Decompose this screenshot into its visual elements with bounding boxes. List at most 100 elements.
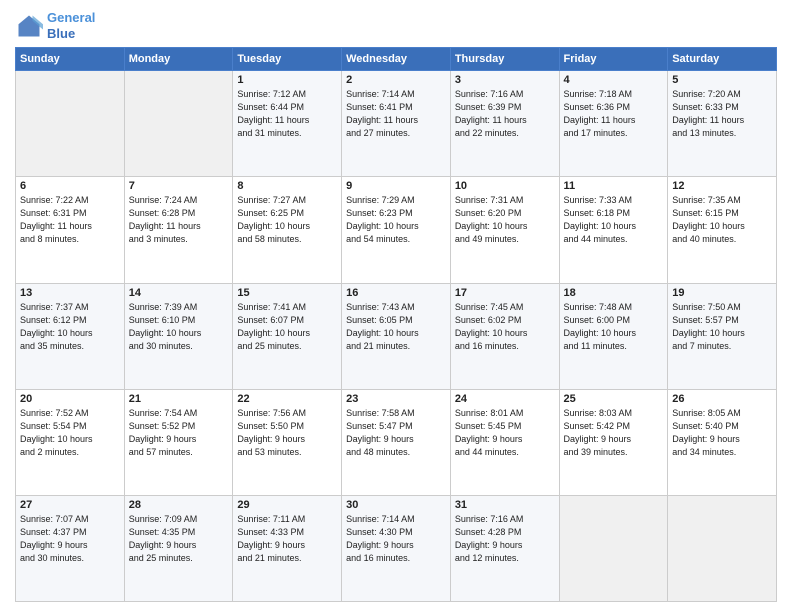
day-info: Sunrise: 7:27 AM Sunset: 6:25 PM Dayligh… bbox=[237, 194, 337, 246]
day-info: Sunrise: 7:35 AM Sunset: 6:15 PM Dayligh… bbox=[672, 194, 772, 246]
calendar-table: SundayMondayTuesdayWednesdayThursdayFrid… bbox=[15, 47, 777, 602]
day-info: Sunrise: 8:05 AM Sunset: 5:40 PM Dayligh… bbox=[672, 407, 772, 459]
calendar-cell bbox=[124, 71, 233, 177]
calendar-cell: 8 Sunrise: 7:27 AM Sunset: 6:25 PM Daylig… bbox=[233, 177, 342, 283]
day-number: 27 bbox=[20, 499, 120, 511]
calendar-cell: 15Sunrise: 7:41 AM Sunset: 6:07 PM Dayli… bbox=[233, 283, 342, 389]
day-number: 10 bbox=[455, 180, 555, 192]
calendar-cell: 23 Sunrise: 7:58 AM Sunset: 5:47 PM Dayli… bbox=[342, 389, 451, 495]
day-info: Sunrise: 7:18 AM Sunset: 6:36 PM Dayligh… bbox=[564, 88, 664, 140]
calendar-cell: 22 Sunrise: 7:56 AM Sunset: 5:50 PM Dayli… bbox=[233, 389, 342, 495]
calendar-cell: 13 Sunrise: 7:37 AM Sunset: 6:12 PM Dayli… bbox=[16, 283, 125, 389]
day-info: Sunrise: 7:29 AM Sunset: 6:23 PM Dayligh… bbox=[346, 194, 446, 246]
day-number: 20 bbox=[20, 393, 120, 405]
calendar-cell: 19 Sunrise: 7:50 AM Sunset: 5:57 PM Dayli… bbox=[668, 283, 777, 389]
calendar-cell: 16 Sunrise: 7:43 AM Sunset: 6:05 PM Dayli… bbox=[342, 283, 451, 389]
day-info: Sunrise: 7:48 AM Sunset: 6:00 PM Dayligh… bbox=[564, 301, 664, 353]
calendar-week-4: 20Sunrise: 7:52 AM Sunset: 5:54 PM Dayli… bbox=[16, 389, 777, 495]
header: General Blue bbox=[15, 10, 777, 41]
day-number: 13 bbox=[20, 287, 120, 299]
calendar-header-saturday: Saturday bbox=[668, 48, 777, 71]
day-number: 19 bbox=[672, 287, 772, 299]
calendar-cell bbox=[16, 71, 125, 177]
day-info: Sunrise: 7:43 AM Sunset: 6:05 PM Dayligh… bbox=[346, 301, 446, 353]
calendar-header-wednesday: Wednesday bbox=[342, 48, 451, 71]
day-info: Sunrise: 7:41 AM Sunset: 6:07 PM Dayligh… bbox=[237, 301, 337, 353]
calendar-cell: 1 Sunrise: 7:12 AM Sunset: 6:44 PM Daylig… bbox=[233, 71, 342, 177]
day-number: 7 bbox=[129, 180, 229, 192]
calendar-cell: 3Sunrise: 7:16 AM Sunset: 6:39 PM Daylig… bbox=[450, 71, 559, 177]
calendar-cell: 9 Sunrise: 7:29 AM Sunset: 6:23 PM Daylig… bbox=[342, 177, 451, 283]
day-number: 5 bbox=[672, 74, 772, 86]
calendar-cell bbox=[559, 495, 668, 601]
calendar-cell: 14 Sunrise: 7:39 AM Sunset: 6:10 PM Dayli… bbox=[124, 283, 233, 389]
day-info: Sunrise: 7:31 AM Sunset: 6:20 PM Dayligh… bbox=[455, 194, 555, 246]
day-number: 16 bbox=[346, 287, 446, 299]
calendar-week-2: 6 Sunrise: 7:22 AM Sunset: 6:31 PM Daylig… bbox=[16, 177, 777, 283]
day-number: 30 bbox=[346, 499, 446, 511]
day-info: Sunrise: 7:09 AM Sunset: 4:35 PM Dayligh… bbox=[129, 513, 229, 565]
day-number: 17 bbox=[455, 287, 555, 299]
day-number: 11 bbox=[564, 180, 664, 192]
calendar-cell: 2 Sunrise: 7:14 AM Sunset: 6:41 PM Daylig… bbox=[342, 71, 451, 177]
calendar-cell: 29 Sunrise: 7:11 AM Sunset: 4:33 PM Dayli… bbox=[233, 495, 342, 601]
calendar-cell: 17 Sunrise: 7:45 AM Sunset: 6:02 PM Dayli… bbox=[450, 283, 559, 389]
calendar-cell: 11 Sunrise: 7:33 AM Sunset: 6:18 PM Dayli… bbox=[559, 177, 668, 283]
day-info: Sunrise: 7:12 AM Sunset: 6:44 PM Dayligh… bbox=[237, 88, 337, 140]
calendar-cell bbox=[668, 495, 777, 601]
calendar-cell: 31 Sunrise: 7:16 AM Sunset: 4:28 PM Dayli… bbox=[450, 495, 559, 601]
day-number: 25 bbox=[564, 393, 664, 405]
calendar-cell: 12 Sunrise: 7:35 AM Sunset: 6:15 PM Dayli… bbox=[668, 177, 777, 283]
day-number: 22 bbox=[237, 393, 337, 405]
day-info: Sunrise: 7:58 AM Sunset: 5:47 PM Dayligh… bbox=[346, 407, 446, 459]
page: General Blue SundayMondayTuesdayWednesda… bbox=[0, 0, 792, 612]
calendar-cell: 20Sunrise: 7:52 AM Sunset: 5:54 PM Dayli… bbox=[16, 389, 125, 495]
day-info: Sunrise: 7:20 AM Sunset: 6:33 PM Dayligh… bbox=[672, 88, 772, 140]
day-number: 28 bbox=[129, 499, 229, 511]
calendar-cell: 30 Sunrise: 7:14 AM Sunset: 4:30 PM Dayli… bbox=[342, 495, 451, 601]
calendar-cell: 18 Sunrise: 7:48 AM Sunset: 6:00 PM Dayli… bbox=[559, 283, 668, 389]
day-info: Sunrise: 7:14 AM Sunset: 4:30 PM Dayligh… bbox=[346, 513, 446, 565]
calendar-header-sunday: Sunday bbox=[16, 48, 125, 71]
calendar-cell: 6 Sunrise: 7:22 AM Sunset: 6:31 PM Daylig… bbox=[16, 177, 125, 283]
day-info: Sunrise: 7:07 AM Sunset: 4:37 PM Dayligh… bbox=[20, 513, 120, 565]
day-info: Sunrise: 7:33 AM Sunset: 6:18 PM Dayligh… bbox=[564, 194, 664, 246]
day-info: Sunrise: 7:24 AM Sunset: 6:28 PM Dayligh… bbox=[129, 194, 229, 246]
day-number: 31 bbox=[455, 499, 555, 511]
day-number: 12 bbox=[672, 180, 772, 192]
logo: General Blue bbox=[15, 10, 95, 41]
calendar-header-monday: Monday bbox=[124, 48, 233, 71]
calendar-cell: 24Sunrise: 8:01 AM Sunset: 5:45 PM Dayli… bbox=[450, 389, 559, 495]
day-info: Sunrise: 7:50 AM Sunset: 5:57 PM Dayligh… bbox=[672, 301, 772, 353]
calendar-header-thursday: Thursday bbox=[450, 48, 559, 71]
calendar-header-tuesday: Tuesday bbox=[233, 48, 342, 71]
day-info: Sunrise: 7:11 AM Sunset: 4:33 PM Dayligh… bbox=[237, 513, 337, 565]
day-number: 8 bbox=[237, 180, 337, 192]
day-number: 2 bbox=[346, 74, 446, 86]
calendar-week-3: 13 Sunrise: 7:37 AM Sunset: 6:12 PM Dayli… bbox=[16, 283, 777, 389]
day-info: Sunrise: 7:56 AM Sunset: 5:50 PM Dayligh… bbox=[237, 407, 337, 459]
day-info: Sunrise: 7:16 AM Sunset: 6:39 PM Dayligh… bbox=[455, 88, 555, 140]
day-info: Sunrise: 7:14 AM Sunset: 6:41 PM Dayligh… bbox=[346, 88, 446, 140]
calendar-cell: 26Sunrise: 8:05 AM Sunset: 5:40 PM Dayli… bbox=[668, 389, 777, 495]
day-info: Sunrise: 8:01 AM Sunset: 5:45 PM Dayligh… bbox=[455, 407, 555, 459]
day-number: 23 bbox=[346, 393, 446, 405]
day-info: Sunrise: 7:16 AM Sunset: 4:28 PM Dayligh… bbox=[455, 513, 555, 565]
calendar-cell: 27 Sunrise: 7:07 AM Sunset: 4:37 PM Dayli… bbox=[16, 495, 125, 601]
day-info: Sunrise: 8:03 AM Sunset: 5:42 PM Dayligh… bbox=[564, 407, 664, 459]
day-number: 6 bbox=[20, 180, 120, 192]
calendar-cell: 28 Sunrise: 7:09 AM Sunset: 4:35 PM Dayli… bbox=[124, 495, 233, 601]
calendar-week-5: 27 Sunrise: 7:07 AM Sunset: 4:37 PM Dayli… bbox=[16, 495, 777, 601]
logo-icon bbox=[15, 12, 43, 40]
day-number: 1 bbox=[237, 74, 337, 86]
calendar-cell: 7 Sunrise: 7:24 AM Sunset: 6:28 PM Daylig… bbox=[124, 177, 233, 283]
day-number: 4 bbox=[564, 74, 664, 86]
day-info: Sunrise: 7:39 AM Sunset: 6:10 PM Dayligh… bbox=[129, 301, 229, 353]
day-info: Sunrise: 7:22 AM Sunset: 6:31 PM Dayligh… bbox=[20, 194, 120, 246]
day-number: 14 bbox=[129, 287, 229, 299]
day-number: 18 bbox=[564, 287, 664, 299]
day-info: Sunrise: 7:37 AM Sunset: 6:12 PM Dayligh… bbox=[20, 301, 120, 353]
day-number: 29 bbox=[237, 499, 337, 511]
day-info: Sunrise: 7:45 AM Sunset: 6:02 PM Dayligh… bbox=[455, 301, 555, 353]
day-number: 9 bbox=[346, 180, 446, 192]
